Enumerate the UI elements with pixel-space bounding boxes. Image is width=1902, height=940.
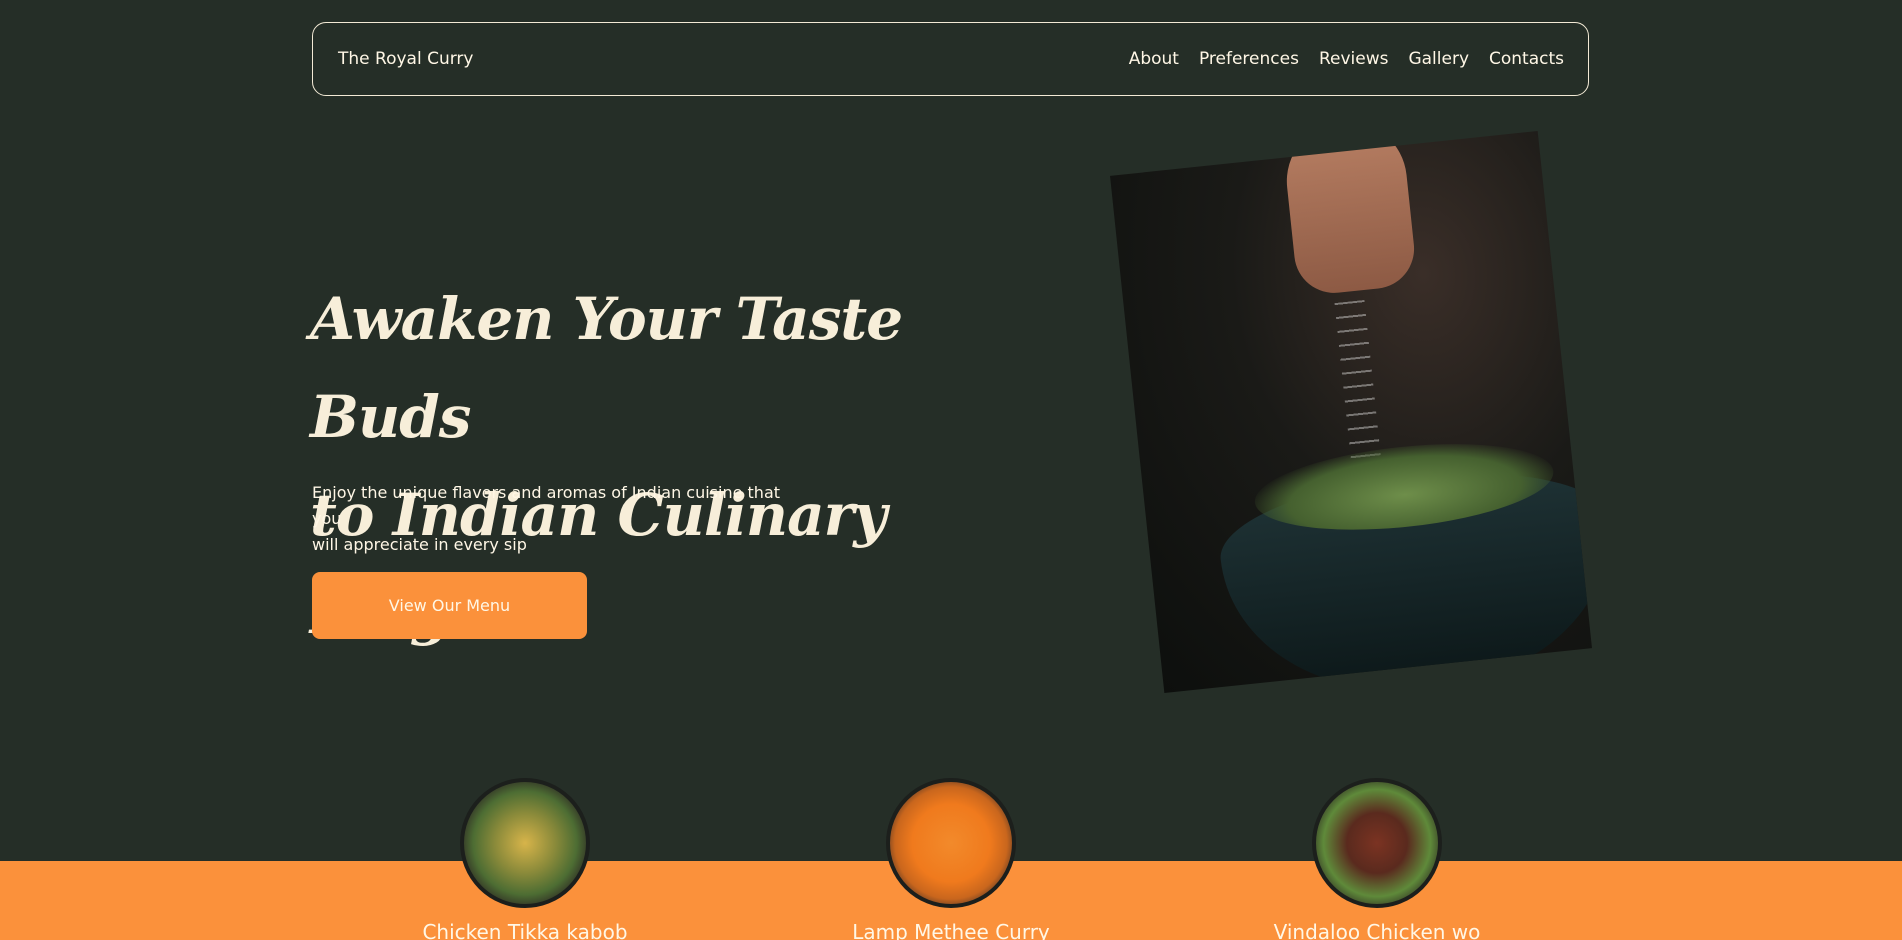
nav-link-gallery[interactable]: Gallery — [1408, 49, 1469, 69]
nav-link-preferences[interactable]: Preferences — [1199, 49, 1299, 69]
dish-name: Lamp Methee Curry — [852, 920, 1050, 940]
dish-card-3[interactable]: Vindaloo Chicken wo — [1217, 778, 1537, 940]
nav-link-reviews[interactable]: Reviews — [1319, 49, 1389, 69]
hero-subtitle-line-1: Enjoy the unique flavors and aromas of I… — [312, 483, 781, 528]
nav-menu: About Preferences Reviews Gallery Contac… — [1129, 49, 1564, 69]
hand-shape — [1280, 130, 1419, 297]
brand-logo[interactable]: The Royal Curry — [338, 49, 473, 69]
nav-link-about[interactable]: About — [1129, 49, 1179, 69]
dish-image-chicken-tikka[interactable] — [460, 778, 590, 908]
nav-link-contacts[interactable]: Contacts — [1489, 49, 1564, 69]
dish-card-1[interactable]: Chicken Tikka kabob — [365, 778, 685, 940]
view-menu-button[interactable]: View Our Menu — [312, 572, 587, 639]
dish-name: Vindaloo Chicken wo — [1273, 920, 1481, 940]
salt-falling-shape — [1334, 299, 1383, 473]
navbar: The Royal Curry About Preferences Review… — [312, 22, 1589, 96]
dish-image-lamp-methee-curry[interactable] — [886, 778, 1016, 908]
page: The Royal Curry About Preferences Review… — [0, 0, 1902, 940]
hero-subtitle: Enjoy the unique flavors and aromas of I… — [312, 480, 802, 558]
hero-subtitle-line-2: will appreciate in every sip — [312, 535, 527, 554]
dish-image-vindaloo-chicken[interactable] — [1312, 778, 1442, 908]
dish-card-2[interactable]: Lamp Methee Curry — [791, 778, 1111, 940]
dish-name: Chicken Tikka kabob — [422, 920, 628, 940]
hero-title-line-1: Awaken Your Taste Buds — [310, 285, 903, 451]
hero-image-seasoning-beans — [1110, 130, 1592, 694]
